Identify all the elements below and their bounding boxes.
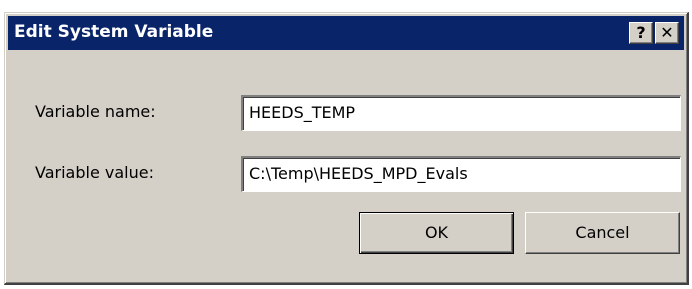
variable-value-label: Variable value: xyxy=(35,163,154,182)
title-bar[interactable]: Edit System Variable ? ✕ xyxy=(8,16,684,50)
help-button[interactable]: ? xyxy=(629,22,653,44)
cancel-button[interactable]: Cancel xyxy=(525,212,680,254)
variable-name-input[interactable]: HEEDS_TEMP xyxy=(241,95,681,131)
dialog-title: Edit System Variable xyxy=(14,22,214,42)
variable-value-input[interactable]: C:\Temp\HEEDS_MPD_Evals xyxy=(241,156,681,192)
variable-name-label: Variable name: xyxy=(35,102,156,121)
close-button[interactable]: ✕ xyxy=(655,22,679,44)
close-icon: ✕ xyxy=(660,23,674,42)
edit-system-variable-dialog: Edit System Variable ? ✕ Variable name: … xyxy=(4,12,689,285)
question-mark-icon: ? xyxy=(636,23,646,42)
ok-button[interactable]: OK xyxy=(359,212,514,254)
